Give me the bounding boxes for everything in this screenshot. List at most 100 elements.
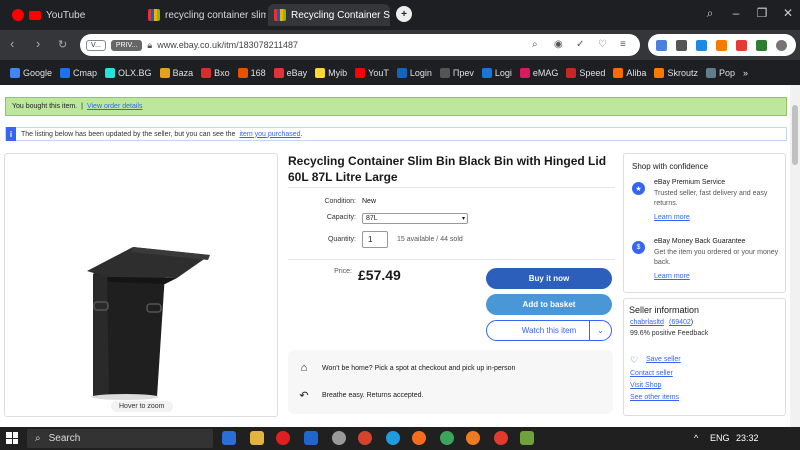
firefox-dev-icon[interactable] (466, 431, 480, 445)
contact-seller-link[interactable]: Contact seller (630, 370, 673, 377)
bookmark-item[interactable]: Google (10, 67, 52, 78)
heart-icon[interactable]: ♡ (598, 39, 607, 50)
bookmark-item[interactable]: Cmap (60, 67, 97, 78)
bookmark-favicon-icon (613, 67, 624, 78)
app-icon[interactable] (332, 431, 346, 445)
close-icon[interactable]: ✕ (778, 6, 798, 20)
watch-item-button[interactable]: Watch this item ⌄ (486, 320, 612, 341)
back-icon[interactable]: ‹ (10, 36, 14, 51)
page-scrollbar[interactable] (790, 85, 800, 427)
hover-zoom-label: Hover to zoom (111, 401, 173, 412)
search-icon: ⌕ (35, 433, 41, 444)
search-icon[interactable]: ⌕ (532, 39, 538, 50)
bookmark-item[interactable]: OLX.BG (105, 67, 152, 78)
bookmark-item[interactable]: Aliba (613, 67, 646, 78)
bookmark-item[interactable]: Logi (481, 67, 512, 78)
settings-icon[interactable]: ≡ (620, 39, 626, 50)
tray-chevron-icon[interactable]: ^ (694, 433, 698, 443)
heart-icon[interactable]: ♡ (630, 355, 638, 366)
bookmark-item[interactable]: Baza (159, 67, 193, 78)
shield-icon[interactable] (736, 39, 747, 51)
s-extension-icon[interactable] (696, 39, 707, 51)
purchased-item-link[interactable]: item you purchased (239, 131, 300, 138)
bookmark-item[interactable]: Login (396, 67, 432, 78)
bookmark-label: Login (409, 67, 432, 78)
file-explorer-icon[interactable] (250, 431, 264, 445)
bookmark-favicon-icon (566, 67, 577, 78)
windows-start-icon[interactable] (6, 432, 18, 444)
bookmark-item[interactable]: Myib (315, 67, 347, 78)
camera-icon[interactable]: ◉ (554, 39, 563, 50)
new-tab-button[interactable]: + (396, 6, 412, 22)
image-gallery[interactable]: Hover to zoom (4, 153, 278, 417)
mbg-learn-more-link[interactable]: Learn more (654, 272, 784, 282)
vpn-badge[interactable]: V... (86, 39, 106, 51)
bookmark-item[interactable]: YouT (355, 67, 389, 78)
url-text[interactable]: www.ebay.co.uk/itm/183078211487 (157, 40, 298, 50)
bookmark-favicon-icon (519, 67, 530, 78)
reload-icon[interactable]: ↻ (58, 38, 67, 51)
forward-icon[interactable]: › (36, 36, 40, 51)
firefox-icon[interactable] (412, 431, 426, 445)
product-image[interactable] (5, 154, 277, 416)
other-items-link[interactable]: See other items (630, 394, 679, 401)
word-icon[interactable] (304, 431, 318, 445)
bookmark-favicon-icon (481, 67, 492, 78)
bookmark-item[interactable]: 168 (237, 67, 266, 78)
seller-information: Seller information chabrlasltd (69402) 9… (623, 298, 786, 416)
add-to-basket-button[interactable]: Add to basket (486, 294, 612, 315)
tab-listing[interactable]: Recycling Container Slim B (268, 4, 390, 26)
feedback-count[interactable]: (69402 (669, 319, 691, 326)
bookmark-item[interactable]: Bxo (201, 67, 230, 78)
profile-icon[interactable] (776, 39, 787, 51)
minimize-icon[interactable]: – (726, 6, 746, 20)
bookmark-item[interactable]: » (743, 68, 748, 78)
save-seller-link[interactable]: Save seller (646, 356, 681, 363)
tab-youtube[interactable]: YouTube (6, 4, 136, 26)
badge-icon: ★ (632, 182, 645, 195)
opera-taskbar-icon[interactable] (276, 431, 290, 445)
private-badge[interactable]: PRIV... (110, 39, 143, 51)
edge-icon[interactable] (386, 431, 400, 445)
bookmark-item[interactable]: Pop (705, 67, 735, 78)
taskbar-search[interactable]: ⌕ Search (27, 429, 213, 448)
scroll-thumb[interactable] (792, 105, 798, 165)
chrome-icon[interactable] (440, 431, 454, 445)
extension-icon[interactable] (676, 39, 687, 51)
bookmark-item[interactable]: Speed (566, 67, 605, 78)
app-green-icon[interactable] (520, 431, 534, 445)
visit-shop-link[interactable]: Visit Shop (630, 382, 661, 389)
url-field[interactable]: V... PRIV... 🔒︎ www.ebay.co.uk/itm/18307… (80, 34, 640, 56)
restore-icon[interactable]: ❐ (752, 6, 772, 20)
translate-icon[interactable] (656, 39, 667, 51)
task-view-icon[interactable] (222, 431, 236, 445)
search-tabs-icon[interactable]: ⌕ (700, 6, 720, 21)
feedback-open: (69402) (669, 319, 693, 326)
bookmark-item[interactable]: eMAG (519, 67, 558, 78)
seller-name-link[interactable]: chabrlasltd (630, 319, 664, 326)
clock[interactable]: 23:32 (736, 433, 759, 443)
capacity-label: Capacity: (326, 214, 356, 221)
bookmark-item[interactable]: Преv (439, 67, 474, 78)
shield-check-icon[interactable]: ✓ (576, 39, 584, 50)
update-notice: i The listing below has been updated by … (5, 127, 787, 141)
capacity-select[interactable]: 87L ▾ (362, 213, 468, 224)
puzzle-icon[interactable] (756, 39, 767, 51)
windows-taskbar: ⌕ Search ^ ENG 23:32 (0, 427, 800, 450)
p-app-icon[interactable] (358, 431, 372, 445)
lock-icon[interactable]: 🔒︎ (147, 40, 152, 51)
opera-gx-icon[interactable] (494, 431, 508, 445)
bookmark-item[interactable]: eBay (273, 67, 307, 78)
chevron-down-icon[interactable]: ⌄ (589, 321, 611, 340)
honey-icon[interactable] (716, 39, 727, 51)
bookmark-favicon-icon (315, 67, 326, 78)
premium-learn-more-link[interactable]: Learn more (654, 213, 784, 223)
bookmark-favicon-icon (705, 67, 716, 78)
quantity-input[interactable]: 1 (362, 231, 388, 248)
bookmark-item[interactable]: Skroutz (654, 67, 698, 78)
ebay-icon (274, 9, 286, 21)
language-indicator[interactable]: ENG (710, 433, 730, 443)
tab-search-results[interactable]: recycling container slim b (142, 4, 266, 26)
buy-now-button[interactable]: Buy it now (486, 268, 612, 289)
view-order-link[interactable]: View order details (87, 103, 143, 110)
